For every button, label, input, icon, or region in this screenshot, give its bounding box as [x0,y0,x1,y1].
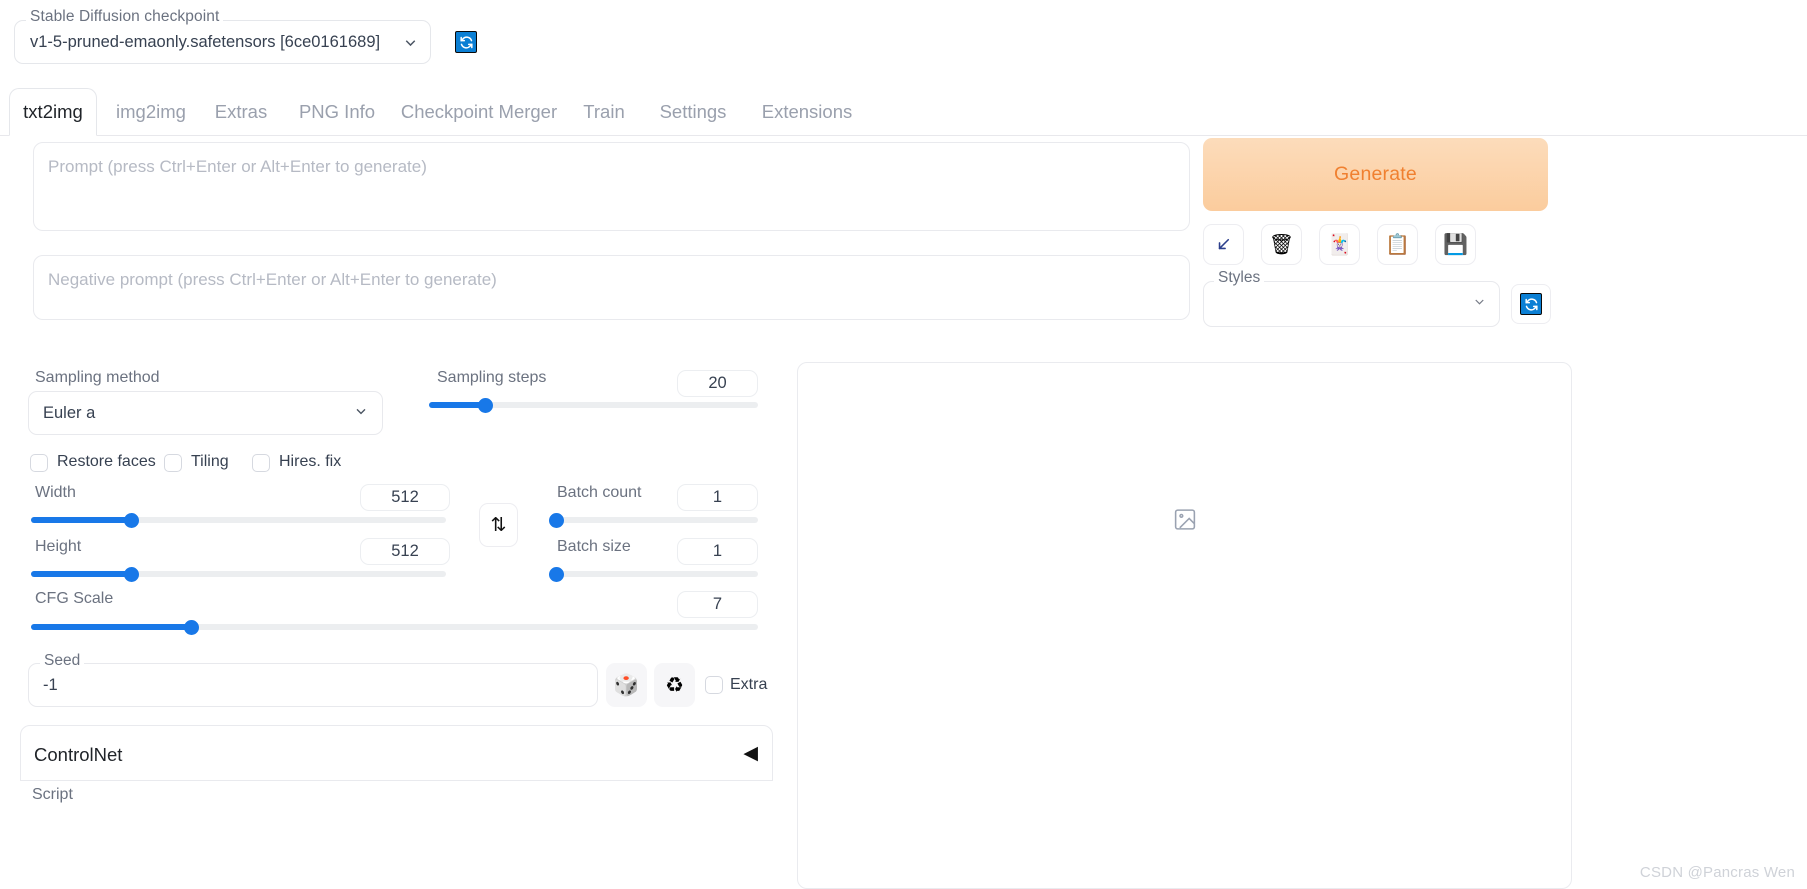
restore-progress-arrow-icon [1214,235,1233,254]
sampling-method-label: Sampling method [35,369,160,386]
styles-dropdown[interactable] [1203,281,1500,327]
slider-knob[interactable] [549,567,564,582]
save-style-floppy-icon: 💾 [1443,233,1468,256]
checkpoint-dropdown[interactable]: v1-5-pruned-emaonly.safetensors [6ce0161… [14,20,431,64]
negative-prompt-placeholder: Negative prompt (press Ctrl+Enter or Alt… [48,270,497,289]
chevron-down-icon [390,34,430,51]
slider-fill [429,402,485,408]
negative-prompt-input[interactable]: Negative prompt (press Ctrl+Enter or Alt… [33,255,1190,320]
tab-png-info[interactable]: PNG Info [289,88,385,136]
slider-knob[interactable] [123,567,139,582]
batch-count-value[interactable]: 1 [677,484,758,511]
slider-knob[interactable] [123,513,139,528]
cfg-scale-slider[interactable] [31,620,758,635]
slider-knob[interactable] [183,620,199,635]
seed-field[interactable]: Seed -1 [28,652,598,707]
batch-count-label: Batch count [557,484,642,501]
slider-fill [31,517,131,523]
batch-count-slider[interactable] [549,513,758,528]
top-bar: Stable Diffusion checkpoint v1-5-pruned-… [0,0,1807,76]
cfg-scale-value[interactable]: 7 [677,591,758,618]
controlnet-title: ControlNet [34,744,123,765]
clear-prompt-trash-icon: 🗑 [1268,233,1295,256]
read-generation-params-icon: 🃏 [1327,233,1352,256]
swap-dimensions-button[interactable]: ⇅ [479,503,518,547]
clear-prompt-button[interactable]: 🗑 [1261,224,1302,265]
height-slider[interactable] [31,567,446,582]
width-value[interactable]: 512 [360,484,450,511]
slider-knob[interactable] [549,513,564,528]
styles-selector[interactable]: Styles [1203,269,1500,327]
sampling-method-dropdown[interactable]: Euler a [28,391,383,435]
slider-knob[interactable] [477,398,493,413]
width-label: Width [35,484,76,501]
swap-dimensions-icon: ⇅ [490,514,507,536]
sampling-steps-value[interactable]: 20 [677,370,758,397]
tab-settings[interactable]: Settings [648,88,738,136]
sampling-method-value: Euler a [43,403,96,422]
tab-img2img[interactable]: img2img [105,88,197,136]
recycle-icon: ♻ [665,673,684,697]
tab-checkpoint-merger[interactable]: Checkpoint Merger [398,88,560,136]
seed-label: Seed [40,652,85,670]
seed-value: -1 [43,675,58,694]
save-style-button[interactable]: 💾 [1435,224,1476,265]
extra-seed-label: Extra [730,676,768,693]
image-placeholder-icon [1172,507,1197,537]
script-label: Script [32,786,73,803]
tab-txt2img[interactable]: txt2img [9,88,97,136]
read-generation-params-button[interactable]: 🃏 [1319,224,1360,265]
batch-size-label: Batch size [557,538,631,555]
checkpoint-label: Stable Diffusion checkpoint [26,8,224,26]
generation-settings-panel: Sampling method Euler a Sampling steps 2… [0,346,790,889]
height-value[interactable]: 512 [360,538,450,565]
prompt-placeholder: Prompt (press Ctrl+Enter or Alt+Enter to… [48,157,427,176]
tab-train[interactable]: Train [572,88,636,136]
slider-track [556,517,758,523]
checkpoint-selector[interactable]: Stable Diffusion checkpoint v1-5-pruned-… [14,8,431,64]
chevron-down-icon [353,403,369,424]
refresh-styles-button[interactable] [1511,284,1551,324]
height-label: Height [35,538,82,555]
styles-label: Styles [1214,269,1265,287]
apply-style-button[interactable]: 📋 [1377,224,1418,265]
slider-fill [31,571,131,577]
triangle-left-icon[interactable]: ◀ [743,742,758,765]
refresh-icon [455,31,477,53]
tab-extensions[interactable]: Extensions [752,88,862,136]
apply-style-clipboard-icon: 📋 [1385,233,1410,256]
hires-fix-label: Hires. fix [279,453,342,470]
dice-icon: 🎲 [613,673,640,697]
width-slider[interactable] [31,513,446,528]
generate-button[interactable]: Generate [1203,138,1548,211]
slider-fill [31,624,191,630]
cfg-scale-label: CFG Scale [35,590,114,607]
controlnet-accordion[interactable]: ControlNet ◀ [20,725,773,781]
restore-progress-button[interactable] [1203,224,1244,265]
hires-fix-checkbox[interactable] [252,454,270,472]
batch-size-slider[interactable] [549,567,758,582]
batch-size-value[interactable]: 1 [677,538,758,565]
extra-seed-checkbox[interactable] [705,676,723,694]
refresh-checkpoints-button[interactable] [447,23,485,61]
restore-faces-label: Restore faces [57,453,156,470]
refresh-icon [1520,293,1542,315]
sampling-steps-slider[interactable] [429,398,758,413]
output-gallery-panel[interactable] [797,362,1572,889]
tiling-label: Tiling [191,453,229,470]
restore-faces-checkbox[interactable] [30,454,48,472]
watermark-text: CSDN @Pancras Wen [1639,864,1795,881]
reuse-seed-button[interactable]: ♻ [654,663,695,707]
chevron-down-icon [1472,294,1487,314]
slider-track [556,571,758,577]
main-tab-bar: txt2img img2img Extras PNG Info Checkpoi… [0,88,1807,136]
sampling-steps-label: Sampling steps [437,369,547,386]
checkpoint-value: v1-5-pruned-emaonly.safetensors [6ce0161… [30,32,381,51]
seed-input[interactable]: -1 [28,663,598,707]
tab-extras[interactable]: Extras [205,88,277,136]
random-seed-button[interactable]: 🎲 [606,663,647,707]
tiling-checkbox[interactable] [164,454,182,472]
prompt-input[interactable]: Prompt (press Ctrl+Enter or Alt+Enter to… [33,142,1190,231]
